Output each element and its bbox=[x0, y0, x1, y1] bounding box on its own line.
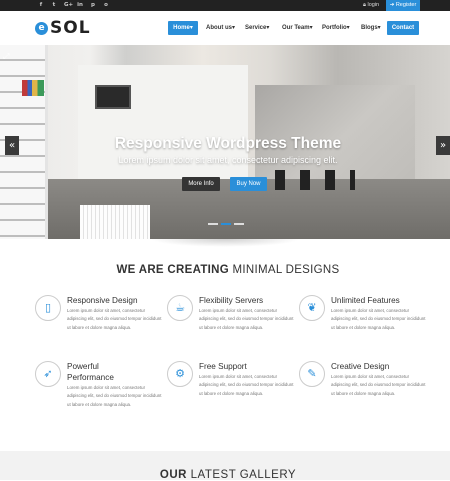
nav-our-team[interactable]: Our Team▾ bbox=[282, 21, 314, 35]
hero-radiator bbox=[80, 205, 150, 239]
hero-shadow bbox=[150, 239, 300, 247]
slider-dots bbox=[208, 223, 244, 225]
site-logo[interactable]: e SOL bbox=[35, 18, 91, 38]
feature-title: Creative Design bbox=[331, 362, 390, 371]
pinterest-icon[interactable]: p bbox=[90, 1, 96, 10]
buy-now-button[interactable]: Buy Now bbox=[230, 177, 267, 191]
sign-in-icon: ➔ bbox=[389, 2, 395, 8]
fullscreen-icon[interactable]: ⤢ bbox=[3, 52, 9, 62]
facebook-icon[interactable]: f bbox=[38, 1, 44, 10]
hero-slider: Responsive Wordpress Theme Lorem ipsum d… bbox=[0, 45, 450, 239]
tablet-icon: ▯ bbox=[35, 295, 61, 321]
feature-title: Unlimited Features bbox=[331, 296, 400, 305]
feature-title: Responsive Design bbox=[67, 296, 138, 305]
section-title: WE ARE CREATING MINIMAL DESIGNS bbox=[0, 264, 450, 276]
hero-title: Responsive Wordpress Theme bbox=[114, 135, 342, 152]
nav-portfolio-label: Portfolio bbox=[322, 25, 347, 31]
nav-portfolio[interactable]: Portfolio▾ bbox=[322, 21, 352, 35]
server-icon: ☕ bbox=[167, 295, 193, 321]
gallery-title: OUR LATEST GALLERY bbox=[0, 469, 450, 481]
hero-monitor bbox=[95, 85, 131, 109]
feature-text: Lorem ipsum dolor sit amet, consectetur … bbox=[67, 385, 162, 407]
hero-chairs bbox=[275, 170, 355, 190]
nav-home-label: Home bbox=[173, 25, 190, 31]
google-plus-icon[interactable]: G+ bbox=[64, 1, 73, 10]
feature-text: Lorem ipsum dolor sit amet, consectetur … bbox=[199, 374, 294, 396]
magic-wand-icon: ✎ bbox=[299, 361, 325, 387]
nav-service-label: Service bbox=[245, 25, 267, 31]
instagram-icon[interactable]: o bbox=[103, 1, 109, 10]
gallery-title-rest: LATEST GALLERY bbox=[186, 469, 297, 481]
gallery-title-bold: OUR bbox=[159, 469, 187, 481]
feature-title: Powerful Performance bbox=[67, 362, 114, 382]
section-title-bold: WE ARE CREATING bbox=[116, 264, 230, 276]
twitter-icon[interactable]: t bbox=[51, 1, 57, 10]
leaf-icon: ❦ bbox=[299, 295, 325, 321]
register-button[interactable]: ➔ Register bbox=[386, 0, 420, 11]
slider-dot-3[interactable] bbox=[234, 223, 244, 225]
contact-button[interactable]: Contact bbox=[387, 21, 419, 35]
logo-text: SOL bbox=[50, 18, 91, 38]
login-link[interactable]: 🔒︎ login bbox=[363, 0, 379, 11]
hero-books bbox=[22, 80, 44, 96]
top-bar: f t G+ in p o 🔒︎ login ➔ Register bbox=[0, 0, 450, 11]
nav-home[interactable]: Home▾ bbox=[168, 21, 198, 35]
linkedin-icon[interactable]: in bbox=[77, 1, 83, 10]
lock-icon: 🔒︎ bbox=[363, 2, 366, 8]
nav-blogs-label: Blogs bbox=[361, 25, 378, 31]
slider-next-arrow[interactable]: » bbox=[436, 136, 450, 155]
feature-title: Flexibility Servers bbox=[199, 296, 264, 305]
nav-service[interactable]: Service▾ bbox=[245, 21, 273, 35]
section-title-rest: MINIMAL DESIGNS bbox=[229, 264, 340, 276]
feature-text: Lorem ipsum dolor sit amet, consectetur … bbox=[67, 308, 162, 330]
nav-blogs[interactable]: Blogs▾ bbox=[361, 21, 383, 35]
rocket-icon: ➶ bbox=[35, 361, 61, 387]
nav-about-label: About us bbox=[206, 25, 232, 31]
feature-text: Lorem ipsum dolor sit amet, consectetur … bbox=[331, 374, 426, 396]
slider-dot-2[interactable] bbox=[221, 223, 231, 225]
logo-mark: e bbox=[35, 21, 48, 35]
hero-floor bbox=[0, 179, 450, 239]
more-info-button[interactable]: More Info bbox=[182, 177, 220, 191]
login-label: login bbox=[367, 2, 380, 8]
feature-title: Free Support bbox=[199, 362, 247, 371]
hero-subtitle: Lorem ipsum dolor sit amet, consectetur … bbox=[118, 155, 338, 165]
slider-dot-1[interactable] bbox=[208, 223, 218, 225]
feature-text: Lorem ipsum dolor sit amet, consectetur … bbox=[331, 308, 426, 330]
social-links: f t G+ in p o bbox=[38, 1, 109, 10]
slider-prev-arrow[interactable]: « bbox=[5, 136, 19, 155]
nav-our-team-label: Our Team bbox=[282, 25, 310, 31]
register-label: Register bbox=[395, 2, 417, 8]
cogs-icon: ⚙ bbox=[167, 361, 193, 387]
site-header: e SOL Home▾ About us▾ Service▾ Our Team▾… bbox=[0, 11, 450, 45]
feature-text: Lorem ipsum dolor sit amet, consectetur … bbox=[199, 308, 294, 330]
nav-about-us[interactable]: About us▾ bbox=[206, 21, 236, 35]
